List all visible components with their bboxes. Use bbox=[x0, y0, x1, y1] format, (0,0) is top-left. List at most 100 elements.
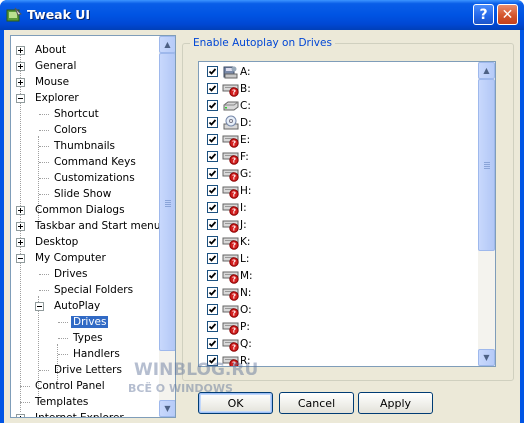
drive-checkbox[interactable] bbox=[207, 168, 218, 179]
drive-row-n[interactable]: ? N: bbox=[199, 285, 478, 302]
tree-item-internet-explorer[interactable]: Internet Explorer bbox=[16, 410, 126, 417]
expand-plus-icon[interactable] bbox=[16, 414, 25, 417]
tree-item-customizations[interactable]: Customizations bbox=[39, 170, 137, 186]
watermark-title: WINBLOG.RU bbox=[134, 360, 259, 380]
tree-item-colors[interactable]: Colors bbox=[39, 122, 89, 138]
dialog-client-area: About General Mouse Explorer Shortcut Colors T… bbox=[4, 30, 520, 423]
help-button[interactable]: ? bbox=[473, 4, 494, 25]
checkmark-icon bbox=[208, 289, 217, 296]
tree-item-drive-letters[interactable]: Drive Letters bbox=[39, 362, 124, 378]
drive-row-p[interactable]: ? P: bbox=[199, 319, 478, 336]
checkmark-icon bbox=[208, 238, 217, 245]
drive-row-l[interactable]: ? L: bbox=[199, 251, 478, 268]
tree-item-explorer[interactable]: Explorer bbox=[16, 90, 81, 106]
tree-scroll-up-button[interactable]: ▲ bbox=[159, 36, 175, 53]
tree-item-shortcut[interactable]: Shortcut bbox=[39, 106, 101, 122]
drive-label: Q: bbox=[240, 338, 252, 350]
drive-row-h[interactable]: ? H: bbox=[199, 183, 478, 200]
title-bar[interactable]: Tweak UI ? ✕ bbox=[0, 0, 524, 30]
drives-scrollbar[interactable]: ▲ ▼ bbox=[478, 62, 495, 366]
drive-row-d[interactable]: D: bbox=[199, 115, 478, 132]
drive-row-o[interactable]: ? O: bbox=[199, 302, 478, 319]
drive-row-m[interactable]: ? M: bbox=[199, 268, 478, 285]
drive-checkbox[interactable] bbox=[207, 321, 218, 332]
missing-drive-icon: ? bbox=[222, 217, 240, 233]
drive-row-g[interactable]: ? G: bbox=[199, 166, 478, 183]
missing-drive-icon: ? bbox=[222, 149, 240, 165]
svg-text:?: ? bbox=[232, 276, 236, 284]
drives-scroll-down-button[interactable]: ▼ bbox=[478, 349, 495, 366]
missing-drive-icon: ? bbox=[222, 81, 240, 97]
drive-row-f[interactable]: ? F: bbox=[199, 149, 478, 166]
svg-text:?: ? bbox=[232, 208, 236, 216]
drive-checkbox[interactable] bbox=[207, 253, 218, 264]
ok-button[interactable]: OK bbox=[198, 392, 273, 414]
tree-scroll-thumb[interactable] bbox=[159, 53, 175, 351]
tree-connector bbox=[39, 370, 49, 371]
expand-plus-icon[interactable] bbox=[16, 222, 25, 231]
drive-row-b[interactable]: ? B: bbox=[199, 81, 478, 98]
tree-item-common-dialogs[interactable]: Common Dialogs bbox=[16, 202, 127, 218]
collapse-minus-icon[interactable] bbox=[35, 302, 44, 311]
tree-item-special-folders[interactable]: Special Folders bbox=[39, 282, 135, 298]
drive-checkbox[interactable] bbox=[207, 100, 218, 111]
tree-item-control-panel[interactable]: Control Panel bbox=[20, 378, 107, 394]
drives-scroll-thumb[interactable] bbox=[478, 79, 495, 251]
apply-button-label: Apply bbox=[379, 396, 412, 410]
drive-checkbox[interactable] bbox=[207, 202, 218, 213]
drive-checkbox[interactable] bbox=[207, 287, 218, 298]
expand-plus-icon[interactable] bbox=[16, 62, 25, 71]
drives-checklist[interactable]: A:? B: C: D:? E:? F:? G:? H:? I:? J:? K:? L:? M:? N:?… bbox=[198, 61, 496, 367]
tree-item-my-computer[interactable]: My Computer bbox=[16, 250, 108, 266]
drive-row-q[interactable]: ? Q: bbox=[199, 336, 478, 353]
close-button[interactable]: ✕ bbox=[497, 4, 518, 25]
tree-item-drives[interactable]: Drives bbox=[39, 266, 89, 282]
drive-checkbox[interactable] bbox=[207, 338, 218, 349]
tree-item-handlers[interactable]: Handlers bbox=[58, 346, 122, 362]
tree-item-command-keys[interactable]: Command Keys bbox=[39, 154, 138, 170]
tree-item-desktop[interactable]: Desktop bbox=[16, 234, 80, 250]
drive-label: D: bbox=[240, 117, 252, 129]
drive-row-a[interactable]: A: bbox=[199, 64, 478, 81]
drive-checkbox[interactable] bbox=[207, 117, 218, 128]
drive-checkbox[interactable] bbox=[207, 270, 218, 281]
expand-plus-icon[interactable] bbox=[16, 78, 25, 87]
drive-checkbox[interactable] bbox=[207, 185, 218, 196]
drive-checkbox[interactable] bbox=[207, 219, 218, 230]
drives-scroll-up-button[interactable]: ▲ bbox=[478, 62, 495, 79]
tree-item-slide-show[interactable]: Slide Show bbox=[39, 186, 113, 202]
drive-row-j[interactable]: ? J: bbox=[199, 217, 478, 234]
drive-checkbox[interactable] bbox=[207, 236, 218, 247]
drive-checkbox[interactable] bbox=[207, 304, 218, 315]
collapse-minus-icon[interactable] bbox=[16, 254, 25, 263]
svg-text:?: ? bbox=[232, 191, 236, 199]
apply-button[interactable]: Apply bbox=[358, 392, 433, 414]
drive-label: I: bbox=[240, 202, 247, 214]
drive-checkbox[interactable] bbox=[207, 151, 218, 162]
drive-row-i[interactable]: ? I: bbox=[199, 200, 478, 217]
tree-connector bbox=[20, 402, 30, 403]
drive-label: B: bbox=[240, 83, 251, 95]
collapse-minus-icon[interactable] bbox=[16, 94, 25, 103]
drive-row-c[interactable]: C: bbox=[199, 98, 478, 115]
tree-item-drives[interactable]: Drives bbox=[58, 314, 109, 330]
tree-item-thumbnails[interactable]: Thumbnails bbox=[39, 138, 117, 154]
cancel-button[interactable]: Cancel bbox=[279, 392, 354, 414]
tree-item-about[interactable]: About bbox=[16, 42, 68, 58]
tree-item-autoplay[interactable]: AutoPlay bbox=[35, 298, 102, 314]
drive-checkbox[interactable] bbox=[207, 83, 218, 94]
tree-item-mouse[interactable]: Mouse bbox=[16, 74, 71, 90]
missing-drive-icon: ? bbox=[222, 319, 240, 335]
drive-row-k[interactable]: ? K: bbox=[199, 234, 478, 251]
drive-checkbox[interactable] bbox=[207, 134, 218, 145]
tree-item-taskbar-and-start-menu[interactable]: Taskbar and Start menu bbox=[16, 218, 159, 234]
expand-plus-icon[interactable] bbox=[16, 206, 25, 215]
expand-plus-icon[interactable] bbox=[16, 238, 25, 247]
drive-row-e[interactable]: ? E: bbox=[199, 132, 478, 149]
hard-drive-icon bbox=[222, 98, 240, 114]
tree-item-types[interactable]: Types bbox=[58, 330, 105, 346]
tree-item-templates[interactable]: Templates bbox=[20, 394, 90, 410]
expand-plus-icon[interactable] bbox=[16, 46, 25, 55]
tree-item-general[interactable]: General bbox=[16, 58, 78, 74]
drive-checkbox[interactable] bbox=[207, 66, 218, 77]
